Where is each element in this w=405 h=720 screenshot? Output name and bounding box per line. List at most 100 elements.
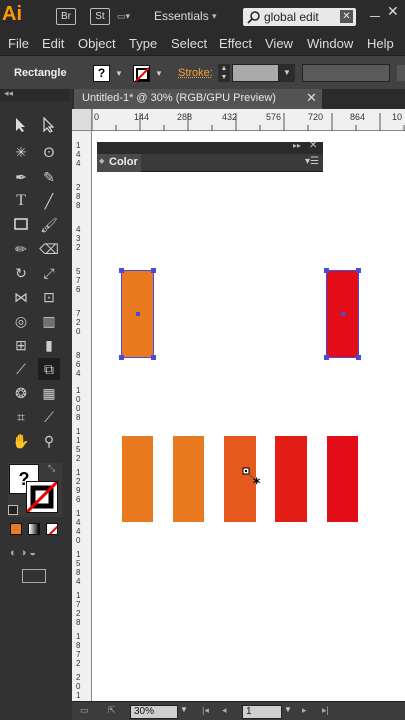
collapse-icon[interactable]: ◂◂: [4, 88, 13, 99]
stroke-weight-stepper[interactable]: ▲ ▼: [218, 64, 230, 82]
shape-builder-tool-icon[interactable]: ◎: [10, 310, 32, 332]
blend-step-rectangle[interactable]: [327, 436, 358, 522]
variable-width-field[interactable]: [302, 64, 390, 82]
last-artboard-icon[interactable]: ▸|: [322, 705, 329, 716]
mesh-tool-icon[interactable]: ⊞: [10, 334, 32, 356]
type-tool-icon[interactable]: T: [10, 190, 32, 212]
chevron-down-icon[interactable]: ▾: [212, 11, 217, 22]
graph-tool-icon[interactable]: ▥: [38, 310, 60, 332]
first-artboard-icon[interactable]: |◂: [202, 705, 209, 716]
close-tab-icon[interactable]: ✕: [306, 90, 317, 106]
chevron-down-icon[interactable]: ▼: [180, 705, 188, 714]
artboard-canvas[interactable]: *: [92, 131, 405, 701]
zoom-tool-icon[interactable]: ⚲: [38, 430, 60, 452]
vertical-ruler[interactable]: 1 4 4 2 8 8 4 3 2 5 7 6 7 2 0 8 6 4 1 0 …: [72, 131, 92, 709]
bridge-button[interactable]: Br: [56, 8, 76, 25]
arrange-docs-icon[interactable]: ▭▾: [117, 11, 130, 22]
gpu-performance-icon[interactable]: ▭: [80, 705, 89, 716]
minimize-icon[interactable]: [370, 5, 380, 17]
stroke-weight-dropdown[interactable]: ▼: [279, 64, 295, 82]
selection-handle[interactable]: [356, 268, 361, 273]
menu-edit[interactable]: Edit: [42, 36, 64, 51]
rectangle-tool-icon[interactable]: [10, 214, 32, 236]
menu-effect[interactable]: Effect: [219, 36, 252, 51]
selection-handle[interactable]: [324, 355, 329, 360]
menu-type[interactable]: Type: [129, 36, 157, 51]
zoom-level-field[interactable]: 30%: [130, 705, 178, 719]
menu-window[interactable]: Window: [307, 36, 353, 51]
artboard-tool-icon[interactable]: ⌗: [10, 406, 32, 428]
close-window-icon[interactable]: ✕: [387, 3, 399, 20]
more-options-button[interactable]: [397, 65, 405, 81]
selection-handle[interactable]: [119, 268, 124, 273]
toolbox-header: ◂◂: [0, 88, 70, 101]
menu-view[interactable]: View: [265, 36, 293, 51]
next-artboard-icon[interactable]: ▸: [302, 705, 307, 716]
paintbrush-tool-icon[interactable]: 🖌: [38, 214, 60, 236]
stroke-swatch[interactable]: [25, 480, 59, 514]
blend-step-rectangle[interactable]: [122, 436, 153, 522]
selection-handle[interactable]: [151, 268, 156, 273]
default-colors-icon[interactable]: [8, 505, 18, 515]
menu-file[interactable]: File: [8, 36, 29, 51]
blend-step-rectangle[interactable]: [173, 436, 204, 522]
swap-fill-stroke-icon[interactable]: ⤡: [48, 463, 55, 474]
horizontal-ruler[interactable]: 0 144 288 432 576 720 864 10: [92, 109, 405, 131]
symbol-sprayer-tool-icon[interactable]: ❂: [10, 382, 32, 404]
close-panel-icon[interactable]: ✕: [309, 140, 317, 151]
document-tab[interactable]: Untitled-1* @ 30% (RGB/GPU Preview) ✕: [74, 89, 322, 109]
stroke-label[interactable]: Stroke:: [178, 67, 213, 79]
lasso-tool-icon[interactable]: ʘ: [38, 141, 60, 163]
workspace-switcher[interactable]: Essentials: [154, 9, 209, 23]
gradient-tool-icon[interactable]: ▮: [38, 334, 60, 356]
fill-color-well[interactable]: ?: [93, 65, 110, 82]
column-graph-tool-icon[interactable]: ▦: [38, 382, 60, 404]
export-icon[interactable]: ⇱: [108, 705, 116, 716]
blend-step-rectangle[interactable]: [275, 436, 307, 522]
blend-tool-icon[interactable]: ⧉: [38, 358, 60, 380]
color-panel-tab[interactable]: ◆ Color: [97, 154, 141, 172]
chevron-down-icon[interactable]: ▼: [284, 705, 292, 714]
selection-handle[interactable]: [324, 268, 329, 273]
stroke-weight-field[interactable]: [232, 64, 279, 82]
rotate-tool-icon[interactable]: ↻: [10, 262, 32, 284]
magic-wand-tool-icon[interactable]: ✳: [10, 141, 32, 163]
none-mode-button[interactable]: [46, 523, 58, 535]
chevron-down-icon[interactable]: ▼: [115, 69, 123, 78]
width-tool-icon[interactable]: ⋈: [10, 286, 32, 308]
gradient-mode-button[interactable]: [28, 523, 40, 535]
search-input[interactable]: global edit ✕: [243, 8, 356, 26]
free-transform-tool-icon[interactable]: ⊡: [38, 286, 60, 308]
selection-tool-icon[interactable]: [10, 117, 32, 139]
eraser-tool-icon[interactable]: ⌫: [38, 238, 60, 260]
color-mode-button[interactable]: [10, 523, 22, 535]
curvature-tool-icon[interactable]: ✎: [38, 166, 60, 188]
stock-button[interactable]: St: [90, 8, 110, 25]
screen-mode-icon[interactable]: [22, 569, 46, 583]
shaper-tool-icon[interactable]: ✏: [10, 238, 32, 260]
menu-object[interactable]: Object: [78, 36, 116, 51]
scale-tool-icon[interactable]: ⤢: [38, 262, 60, 284]
selection-handle[interactable]: [151, 355, 156, 360]
collapse-panel-icon[interactable]: ▸▸: [293, 141, 301, 150]
selection-handle[interactable]: [356, 355, 361, 360]
eyedropper-tool-icon[interactable]: ⟋: [10, 358, 32, 380]
menu-help[interactable]: Help: [367, 36, 394, 51]
expand-icon[interactable]: ◆: [99, 157, 104, 165]
chevron-down-icon[interactable]: ▼: [155, 69, 163, 78]
selection-handle[interactable]: [119, 355, 124, 360]
direct-selection-tool-icon[interactable]: [38, 116, 60, 139]
draw-modes-icons[interactable]: ◐ ◑ ◒: [10, 547, 36, 559]
ruler-origin[interactable]: [72, 109, 92, 131]
stroke-color-well[interactable]: [133, 65, 150, 82]
clear-search-icon[interactable]: ✕: [340, 10, 353, 23]
color-panel-title: Color: [109, 156, 138, 168]
line-tool-icon[interactable]: ╱: [38, 190, 60, 212]
slice-tool-icon[interactable]: ⟋: [38, 406, 60, 428]
hand-tool-icon[interactable]: ✋: [10, 430, 32, 452]
previous-artboard-icon[interactable]: ◂: [222, 705, 227, 716]
artboard-number-field[interactable]: 1: [242, 705, 282, 719]
panel-menu-icon[interactable]: ▾☰: [305, 156, 319, 167]
menu-select[interactable]: Select: [171, 36, 207, 51]
pen-tool-icon[interactable]: ✒: [10, 166, 32, 188]
